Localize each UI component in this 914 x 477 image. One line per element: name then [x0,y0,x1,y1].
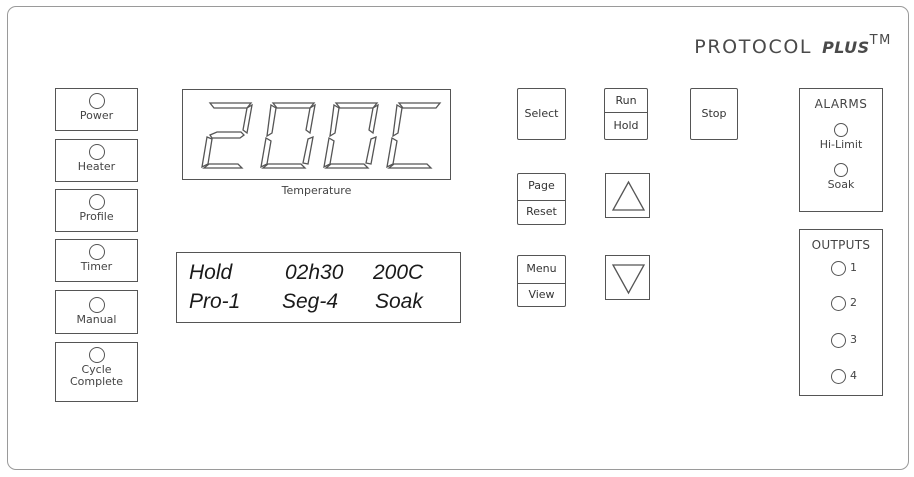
button-divider [518,283,565,284]
indicator-label: Timer [80,260,113,273]
view-label: View [528,288,555,301]
output-led-icon [831,295,846,311]
output-label: 4 [850,369,857,382]
brand-trademark: TM [869,33,892,48]
output-4: 4 [831,368,857,384]
alarm-label-hi-limit: Hi-Limit [819,138,863,151]
down-button[interactable] [605,255,650,300]
seven-segment-digits [201,102,442,169]
output-2: 2 [831,295,857,311]
indicator-power: Power [55,88,138,131]
indicator-label: Heater [77,160,116,173]
output-led-icon [831,368,846,384]
output-led-icon [831,260,846,276]
button-divider [518,200,565,201]
lcd-setpoint: 200C [373,261,424,284]
indicator-timer: Timer [55,239,138,282]
lcd-segment-type: Soak [375,290,423,313]
outputs-panel: OUTPUTS 1 2 3 4 [799,229,883,396]
hold-label: Hold [613,119,639,132]
up-arrow-icon [611,180,646,211]
run-hold-button[interactable]: Run Hold [604,88,648,140]
temperature-display [182,89,451,180]
outputs-title: OUTPUTS [811,238,871,252]
output-label: 3 [850,333,857,346]
temperature-label: Temperature [281,184,352,197]
hi-limit-led-icon [834,123,848,137]
lcd-display: Hold 02h30 200C Pro-1 Seg-4 Soak [176,252,461,323]
stop-button[interactable]: Stop [690,88,738,140]
button-divider [605,112,647,113]
lcd-time: 02h30 [285,261,344,284]
soak-alarm-led-icon [834,163,848,177]
indicator-label: Manual [76,313,117,326]
manual-led-icon [88,297,105,313]
reset-label: Reset [526,205,557,218]
page-reset-button[interactable]: Page Reset [517,173,566,225]
profile-led-icon [88,194,105,210]
stop-label: Stop [701,107,727,120]
run-label: Run [615,94,637,107]
alarms-panel: ALARMS Hi-Limit Soak [799,88,883,212]
lcd-mode: Hold [189,261,233,284]
timer-led-icon [88,244,105,260]
up-button[interactable] [605,173,650,218]
indicator-cycle-complete: Cycle Complete [55,342,138,402]
power-led-icon [88,93,105,109]
select-label: Select [524,107,559,120]
indicator-label: Profile [79,210,114,223]
brand-plus: PLUS [822,38,870,57]
indicator-label-line2: Complete [69,375,123,388]
down-arrow-icon [611,264,646,295]
indicator-label: Power [79,109,114,122]
select-button[interactable]: Select [517,88,566,140]
heater-led-icon [88,144,105,160]
cycle-complete-led-icon [88,347,105,363]
lcd-profile: Pro-1 [189,290,241,313]
menu-label: Menu [526,262,557,275]
alarms-title: ALARMS [814,97,868,111]
controller-panel [7,6,909,470]
output-label: 1 [850,261,857,274]
indicator-manual: Manual [55,290,138,334]
page-label: Page [528,179,555,192]
indicator-heater: Heater [55,139,138,182]
output-1: 1 [831,260,857,276]
alarm-label-soak: Soak [827,178,855,191]
output-3: 3 [831,332,857,348]
output-led-icon [831,332,846,348]
lcd-segment: Seg-4 [282,290,339,313]
brand-logo: PROTOCOL PLUSTM [694,33,892,58]
menu-view-button[interactable]: Menu View [517,255,566,307]
indicator-profile: Profile [55,189,138,232]
brand-name: PROTOCOL [694,36,813,58]
output-label: 2 [850,296,857,309]
